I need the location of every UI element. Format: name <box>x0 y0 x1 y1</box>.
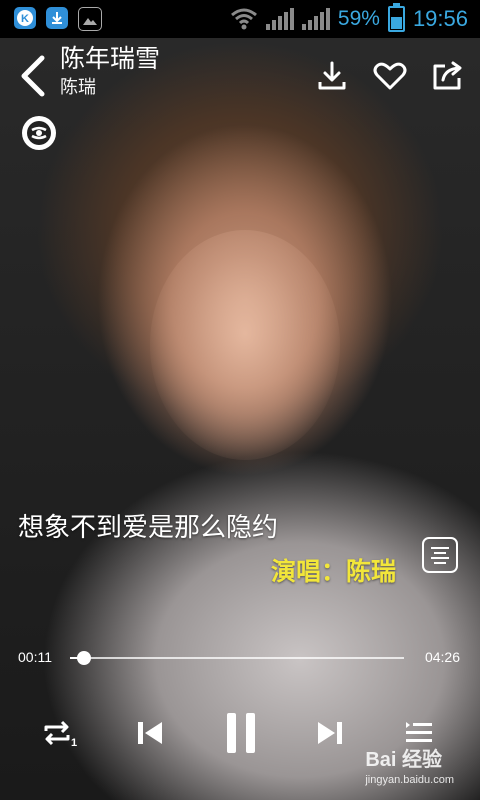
kugou-app-icon: K <box>14 7 36 29</box>
lyrics-button[interactable] <box>422 537 458 573</box>
total-time: 04:26 <box>424 649 460 665</box>
share-icon <box>433 61 462 90</box>
status-bar: K 59% 19:56 <box>0 0 480 38</box>
player-header: 陈年瑞雪 陈瑞 <box>0 38 480 108</box>
progress-bar: 00:11 04:26 <box>0 645 480 671</box>
signal-icon <box>301 8 330 30</box>
favorite-button[interactable] <box>372 58 408 94</box>
battery-icon <box>387 3 405 32</box>
repeat-button[interactable]: 1 <box>40 715 80 751</box>
share-button[interactable] <box>430 58 466 94</box>
download-icon <box>318 61 346 90</box>
next-icon <box>318 722 342 744</box>
wifi-icon <box>230 8 257 30</box>
repeat-one-icon: 1 <box>44 720 77 747</box>
back-icon <box>21 55 45 97</box>
download-button[interactable] <box>314 58 350 94</box>
baidu-jingyan-watermark: Bai 经验 jingyan.baidu.com <box>365 749 454 786</box>
status-time: 19:56 <box>412 6 468 31</box>
seek-thumb[interactable] <box>76 651 91 665</box>
sound-effect-icon <box>27 121 51 145</box>
song-title: 陈年瑞雪 <box>60 45 161 73</box>
pause-button[interactable] <box>216 707 266 759</box>
singer-lyric-line: 演唱：陈瑞 <box>270 558 396 586</box>
previous-icon <box>138 722 162 744</box>
signal-icon <box>265 8 294 30</box>
pause-icon <box>227 713 255 753</box>
previous-button[interactable] <box>128 713 172 753</box>
next-button[interactable] <box>308 713 352 753</box>
back-button[interactable] <box>18 54 52 98</box>
current-time: 00:11 <box>18 649 52 665</box>
sound-effect-button[interactable] <box>22 116 56 150</box>
image-notification-icon <box>78 7 102 31</box>
seek-track[interactable] <box>70 651 404 665</box>
battery-percent: 59% <box>337 7 380 30</box>
artist-name: 陈瑞 <box>60 77 96 97</box>
album-art-portrait <box>150 230 340 460</box>
download-notification-icon <box>46 7 68 29</box>
heart-icon <box>373 62 407 90</box>
svg-text:K: K <box>21 13 29 25</box>
current-lyric-line: 想象不到爱是那么隐约 <box>18 512 279 542</box>
svg-text:1: 1 <box>71 737 77 747</box>
